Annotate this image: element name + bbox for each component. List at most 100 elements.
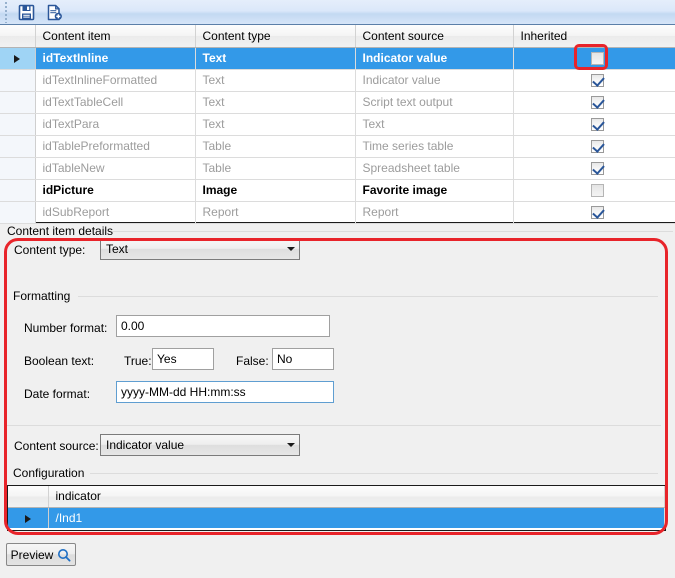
cell-inherited[interactable] xyxy=(513,69,675,92)
content-type-dropdown[interactable]: Text xyxy=(100,238,300,260)
date-format-label: Date format: xyxy=(24,387,91,401)
cell-content-item[interactable]: idTextTableCell xyxy=(35,91,196,114)
cell-content-type[interactable]: Report xyxy=(195,201,356,224)
boolean-text-label: Boolean text: xyxy=(24,354,95,368)
content-type-label: Content type: xyxy=(14,243,86,257)
toolbar-grip[interactable] xyxy=(2,1,11,23)
chevron-down-icon[interactable] xyxy=(282,247,299,251)
cell-content-type[interactable]: Text xyxy=(195,47,356,70)
cell-inherited[interactable] xyxy=(513,91,675,114)
table-row[interactable]: idTextInlineFormatted Text Indicator value xyxy=(0,69,675,92)
table-row[interactable]: idPicture Image Favorite image xyxy=(0,179,675,202)
column-header-inherited[interactable]: Inherited xyxy=(513,25,675,48)
inherited-checkbox-checked[interactable] xyxy=(591,206,604,220)
cell-content-source[interactable]: Script text output xyxy=(355,91,514,114)
config-table-row[interactable]: /Ind1 xyxy=(8,507,665,528)
cell-inherited[interactable] xyxy=(513,201,675,224)
table-row[interactable]: idTablePreformatted Table Time series tabl… xyxy=(0,135,675,158)
config-current-row-arrow-icon xyxy=(24,514,31,523)
cell-content-type[interactable]: Text xyxy=(195,69,356,92)
row-selector-cell[interactable] xyxy=(0,69,36,92)
content-items-grid[interactable]: Content item Content type Content source… xyxy=(0,25,675,224)
false-label: False: xyxy=(236,354,269,368)
config-row-selector-cell[interactable] xyxy=(8,507,49,528)
true-label: True: xyxy=(124,354,152,368)
cell-indicator[interactable]: /Ind1 xyxy=(48,507,665,528)
row-selector-cell[interactable] xyxy=(0,179,36,202)
cell-inherited[interactable] xyxy=(513,47,675,70)
cell-content-source[interactable]: Report xyxy=(355,201,514,224)
new-document-icon xyxy=(47,4,62,20)
column-header-content-type[interactable]: Content type xyxy=(195,25,356,48)
false-text-input[interactable]: No xyxy=(272,348,334,370)
cell-content-type[interactable]: Text xyxy=(195,113,356,136)
column-header-content-item[interactable]: Content item xyxy=(35,25,196,48)
row-selector-cell[interactable] xyxy=(0,47,36,70)
cell-content-source[interactable]: Time series table xyxy=(355,135,514,158)
table-header-row: Content item Content type Content source… xyxy=(0,25,675,48)
cell-inherited[interactable] xyxy=(513,113,675,136)
configuration-grid[interactable]: indicator /Ind1 xyxy=(7,485,666,531)
inherited-checkbox-checked[interactable] xyxy=(591,118,604,132)
table-row[interactable]: idTextInline Text Indicator value xyxy=(0,47,675,70)
row-selector-cell[interactable] xyxy=(0,113,36,136)
date-format-input[interactable]: yyyy-MM-dd HH:mm:ss xyxy=(116,381,334,403)
number-format-label: Number format: xyxy=(24,321,108,335)
cell-content-item[interactable]: idTextPara xyxy=(35,113,196,136)
row-selector-cell[interactable] xyxy=(0,157,36,180)
cell-content-item[interactable]: idTextInlineFormatted xyxy=(35,69,196,92)
formatting-group-line xyxy=(78,296,658,297)
content-items-table: Content item Content type Content source… xyxy=(0,25,675,224)
current-row-arrow-icon xyxy=(14,54,21,63)
table-row[interactable]: idSubReport Report Report xyxy=(0,201,675,224)
preview-button-label: Preview xyxy=(10,547,54,562)
cell-content-source[interactable]: Text xyxy=(355,113,514,136)
cell-content-type[interactable]: Table xyxy=(195,157,356,180)
new-document-button[interactable] xyxy=(41,1,67,24)
inherited-checkbox-checked[interactable] xyxy=(591,96,604,110)
cell-content-source[interactable]: Indicator value xyxy=(355,47,514,70)
preview-button[interactable]: Preview xyxy=(6,543,76,566)
inherited-checkbox-checked[interactable] xyxy=(591,140,604,154)
table-row[interactable]: idTextPara Text Text xyxy=(0,113,675,136)
chevron-down-icon-2[interactable] xyxy=(282,443,299,447)
inherited-checkbox-unchecked[interactable] xyxy=(591,52,604,66)
column-header-content-source[interactable]: Content source xyxy=(355,25,514,48)
cell-inherited[interactable] xyxy=(513,179,675,202)
inherited-checkbox-unchecked[interactable] xyxy=(591,184,604,198)
cell-content-source[interactable]: Indicator value xyxy=(355,69,514,92)
cell-content-item[interactable]: idTablePreformatted xyxy=(35,135,196,158)
content-type-value: Text xyxy=(106,242,129,256)
cell-content-item[interactable]: idPicture xyxy=(35,179,196,202)
table-row[interactable]: idTextTableCell Text Script text output xyxy=(0,91,675,114)
number-format-input[interactable]: 0.00 xyxy=(116,315,330,337)
table-row[interactable]: idTableNew Table Spreadsheet table xyxy=(0,157,675,180)
cell-inherited[interactable] xyxy=(513,157,675,180)
content-source-label: Content source: xyxy=(14,439,99,453)
cell-content-source[interactable]: Spreadsheet table xyxy=(355,157,514,180)
toolbar xyxy=(0,0,675,25)
cell-content-source[interactable]: Favorite image xyxy=(355,179,514,202)
cell-content-item[interactable]: idTextInline xyxy=(35,47,196,70)
inherited-checkbox-checked[interactable] xyxy=(591,74,604,88)
configuration-group-line xyxy=(90,473,658,474)
save-button[interactable] xyxy=(13,1,39,24)
config-column-header-indicator[interactable]: indicator xyxy=(48,486,665,508)
inherited-checkbox-checked[interactable] xyxy=(591,162,604,176)
cell-content-type[interactable]: Image xyxy=(195,179,356,202)
configuration-table: indicator /Ind1 xyxy=(8,486,665,528)
cell-content-type[interactable]: Table xyxy=(195,135,356,158)
row-selector-cell[interactable] xyxy=(0,91,36,114)
config-row-selector-header xyxy=(8,486,49,508)
formatting-group-title: Formatting xyxy=(10,289,74,303)
cell-inherited[interactable] xyxy=(513,135,675,158)
cell-content-item[interactable]: idTableNew xyxy=(35,157,196,180)
row-selector-cell[interactable] xyxy=(0,201,36,224)
row-selector-cell[interactable] xyxy=(0,135,36,158)
row-selector-header xyxy=(0,25,36,48)
content-source-dropdown[interactable]: Indicator value xyxy=(100,434,300,456)
cell-content-type[interactable]: Text xyxy=(195,91,356,114)
cell-content-item[interactable]: idSubReport xyxy=(35,201,196,224)
true-text-input[interactable]: Yes xyxy=(152,348,214,370)
details-group-title: Content item details xyxy=(4,224,117,238)
